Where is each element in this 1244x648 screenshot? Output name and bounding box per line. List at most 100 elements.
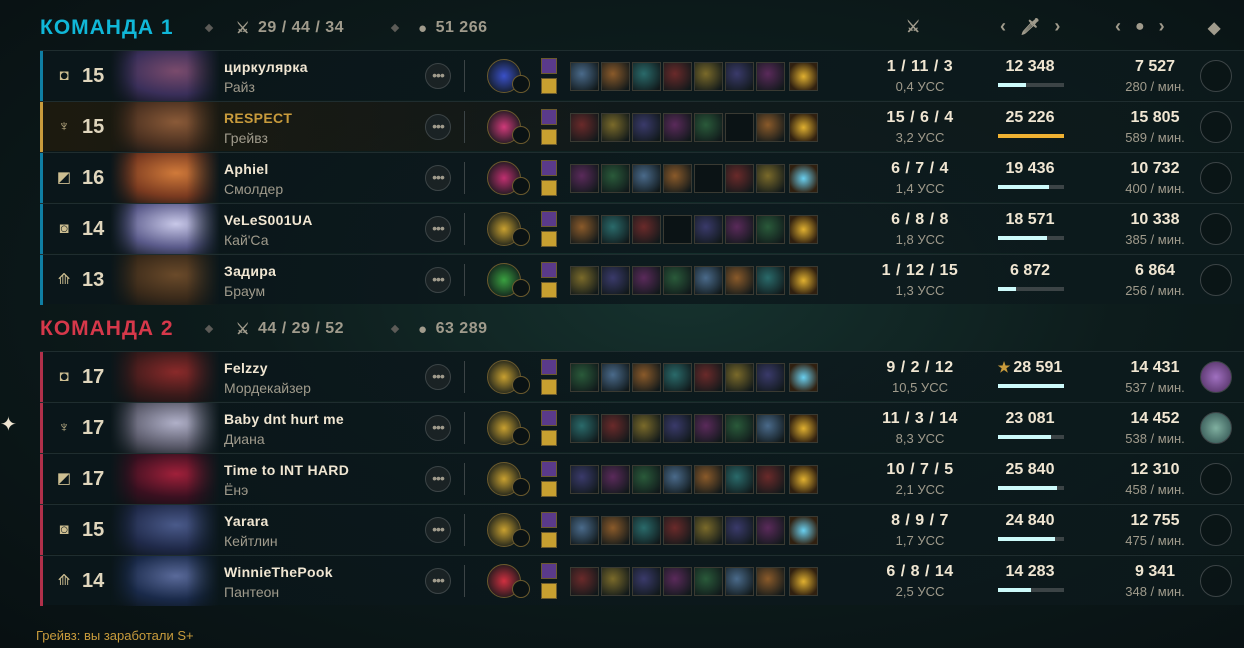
- summoner-spell-icon[interactable]: [541, 461, 557, 477]
- item-slot[interactable]: [756, 215, 785, 244]
- mastery-token[interactable]: [1200, 162, 1232, 194]
- secondary-rune-icon[interactable]: [512, 75, 530, 93]
- item-slot[interactable]: [725, 266, 754, 295]
- item-slot[interactable]: [725, 567, 754, 596]
- item-slot[interactable]: [756, 164, 785, 193]
- summoner-spell-icon[interactable]: [541, 109, 557, 125]
- mastery-token[interactable]: [1200, 111, 1232, 143]
- item-slot[interactable]: [570, 567, 599, 596]
- item-slot[interactable]: [570, 516, 599, 545]
- item-slot[interactable]: [570, 465, 599, 494]
- summoner-spell-icon[interactable]: [541, 78, 557, 94]
- player-name[interactable]: Yarara: [224, 513, 269, 529]
- item-slot[interactable]: [725, 164, 754, 193]
- champion-portrait[interactable]: [110, 255, 220, 305]
- player-name[interactable]: Baby dnt hurt me: [224, 411, 344, 427]
- item-slot[interactable]: [632, 465, 661, 494]
- item-slot[interactable]: [663, 414, 692, 443]
- item-slot[interactable]: [694, 363, 723, 392]
- item-slot[interactable]: [756, 516, 785, 545]
- item-slot[interactable]: [601, 567, 630, 596]
- champion-portrait[interactable]: [110, 403, 220, 453]
- item-slot[interactable]: [570, 164, 599, 193]
- player-row[interactable]: ◩ 16 Aphiel Смолдер ••• 6 / 7 / 4 1,4 УС…: [40, 152, 1244, 203]
- more-options-button[interactable]: •••: [425, 568, 451, 594]
- item-slot[interactable]: [632, 516, 661, 545]
- item-slot[interactable]: [632, 414, 661, 443]
- summoner-spell-icon[interactable]: [541, 481, 557, 497]
- summoner-spell-icon[interactable]: [541, 262, 557, 278]
- item-slot[interactable]: [725, 465, 754, 494]
- more-options-button[interactable]: •••: [425, 216, 451, 242]
- item-slot[interactable]: [663, 567, 692, 596]
- item-slot[interactable]: [570, 62, 599, 91]
- item-slot[interactable]: [663, 516, 692, 545]
- item-slot[interactable]: [694, 215, 723, 244]
- mastery-token[interactable]: [1200, 514, 1232, 546]
- summoner-spell-icon[interactable]: [541, 359, 557, 375]
- summoner-spell-icon[interactable]: [541, 282, 557, 298]
- item-slot[interactable]: [756, 113, 785, 142]
- summoner-spell-icon[interactable]: [541, 211, 557, 227]
- summoner-spell-icon[interactable]: [541, 379, 557, 395]
- mastery-token[interactable]: [1200, 463, 1232, 495]
- more-options-button[interactable]: •••: [425, 63, 451, 89]
- trinket-slot[interactable]: [789, 567, 818, 596]
- champion-portrait[interactable]: [110, 352, 220, 402]
- item-slot[interactable]: [663, 465, 692, 494]
- summoner-spell-icon[interactable]: [541, 231, 557, 247]
- item-slot[interactable]: [725, 363, 754, 392]
- item-slot[interactable]: [570, 266, 599, 295]
- trinket-slot[interactable]: [789, 215, 818, 244]
- item-slot[interactable]: [694, 516, 723, 545]
- player-row[interactable]: ◘ 17 Felzzy Мордекайзер ••• 9 / 2 / 12 1…: [40, 351, 1244, 402]
- more-options-button[interactable]: •••: [425, 364, 451, 390]
- player-row[interactable]: ♆ 17 Baby dnt hurt me Диана ••• 11 / 3 /…: [40, 402, 1244, 453]
- champion-portrait[interactable]: [110, 556, 220, 606]
- item-slot[interactable]: [601, 465, 630, 494]
- item-slot[interactable]: [756, 465, 785, 494]
- item-slot[interactable]: [601, 62, 630, 91]
- item-slot[interactable]: [601, 113, 630, 142]
- item-slot[interactable]: [570, 113, 599, 142]
- item-slot[interactable]: [756, 266, 785, 295]
- secondary-rune-icon[interactable]: [512, 529, 530, 547]
- trinket-slot[interactable]: [789, 363, 818, 392]
- player-row[interactable]: ♆ 15 RESPECT Грейвз ••• 15 / 6 / 4 3,2 У…: [40, 101, 1244, 152]
- champion-portrait[interactable]: [110, 153, 220, 203]
- secondary-rune-icon[interactable]: [512, 580, 530, 598]
- item-slot[interactable]: [601, 215, 630, 244]
- item-slot[interactable]: [725, 516, 754, 545]
- trinket-slot[interactable]: [789, 164, 818, 193]
- secondary-rune-icon[interactable]: [512, 478, 530, 496]
- item-slot[interactable]: [725, 215, 754, 244]
- player-name[interactable]: RESPECT: [224, 110, 292, 126]
- item-slot[interactable]: [632, 567, 661, 596]
- secondary-rune-icon[interactable]: [512, 177, 530, 195]
- summoner-spell-icon[interactable]: [541, 532, 557, 548]
- trinket-slot[interactable]: [789, 113, 818, 142]
- trinket-slot[interactable]: [789, 62, 818, 91]
- more-options-button[interactable]: •••: [425, 267, 451, 293]
- player-name[interactable]: циркулярка: [224, 59, 308, 75]
- more-options-button[interactable]: •••: [425, 114, 451, 140]
- secondary-rune-icon[interactable]: [512, 126, 530, 144]
- item-slot[interactable]: [756, 363, 785, 392]
- player-name[interactable]: Felzzy: [224, 360, 268, 376]
- item-slot[interactable]: [756, 567, 785, 596]
- champion-portrait[interactable]: [110, 505, 220, 555]
- item-slot[interactable]: [694, 414, 723, 443]
- more-options-button[interactable]: •••: [425, 517, 451, 543]
- item-slot[interactable]: [632, 215, 661, 244]
- item-slot[interactable]: [756, 414, 785, 443]
- player-row[interactable]: ◘ 15 циркулярка Райз ••• 1 / 11 / 3 0,4 …: [40, 50, 1244, 101]
- item-slot[interactable]: [632, 62, 661, 91]
- secondary-rune-icon[interactable]: [512, 228, 530, 246]
- item-slot[interactable]: [570, 215, 599, 244]
- item-slot[interactable]: [694, 164, 723, 193]
- player-name[interactable]: Aphiel: [224, 161, 269, 177]
- summoner-spell-icon[interactable]: [541, 512, 557, 528]
- more-options-button[interactable]: •••: [425, 415, 451, 441]
- more-options-button[interactable]: •••: [425, 165, 451, 191]
- item-slot[interactable]: [601, 414, 630, 443]
